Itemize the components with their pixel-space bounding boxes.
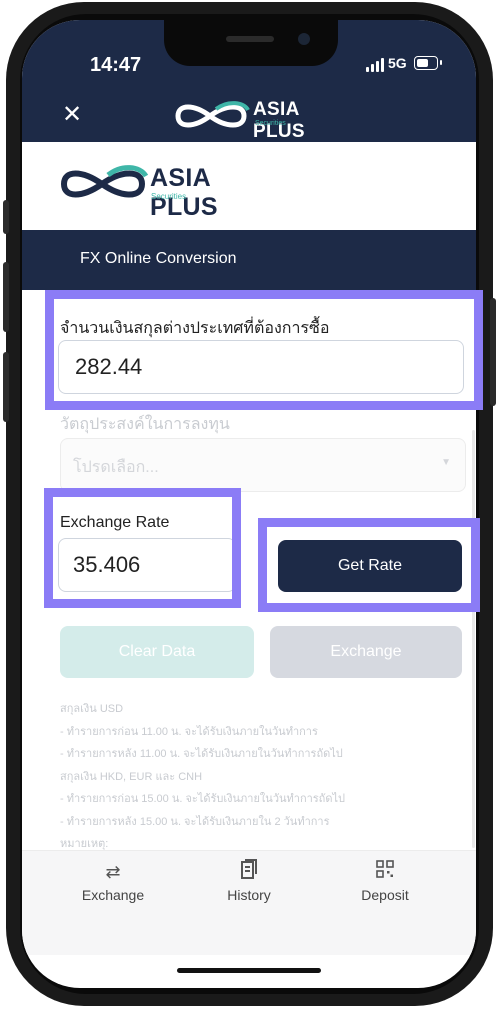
volume-up-button [3, 262, 9, 332]
note-line: - ทำรายการหลัง 11.00 น. จะได้รับเงินภายใ… [60, 748, 343, 760]
phone-screen: 14:47 5G ✕ ASIA PLUS Securities ASIA PLU… [22, 20, 476, 988]
content-brand-sub: Securities [151, 192, 187, 201]
tab-deposit-label: Deposit [361, 887, 409, 903]
app-header: ✕ ASIA PLUS Securities [22, 88, 476, 142]
asia-plus-infinity-icon [175, 101, 250, 128]
status-time: 14:47 [90, 54, 142, 76]
mute-switch [3, 200, 9, 234]
purpose-select[interactable]: โปรดเลือก... ▼ [60, 438, 466, 492]
rate-label: Exchange Rate [60, 514, 170, 531]
amount-value: 282.44 [75, 354, 143, 379]
clear-data-button[interactable]: Clear Data [60, 626, 254, 678]
note-line: - ทำรายการหลัง 15.00 น. จะได้รับเงินภายใ… [60, 815, 330, 828]
get-rate-button[interactable]: Get Rate [278, 540, 462, 592]
earpiece [226, 36, 274, 42]
scrollbar[interactable] [472, 430, 475, 848]
network-type: 5G [388, 55, 407, 71]
chevron-down-icon: ▼ [441, 457, 451, 468]
volume-down-button [3, 352, 9, 422]
fx-banner: FX Online Conversion [22, 230, 476, 290]
notch [164, 20, 338, 66]
qr-code-icon [330, 859, 440, 885]
header-brand-sub: Securities [255, 120, 286, 127]
notes-section: สกุลเงิน USD - ทำรายการก่อน 11.00 น. จะไ… [60, 698, 460, 856]
rate-value: 35.406 [73, 552, 141, 577]
tab-deposit[interactable]: Deposit [330, 859, 440, 903]
exchange-button[interactable]: Exchange [270, 626, 462, 678]
exchange-arrows-icon: ⇄ [105, 862, 121, 882]
note-line: - ทำรายการก่อน 15.00 น. จะได้รับเงินภายใ… [60, 793, 346, 805]
tab-exchange[interactable]: ⇄ Exchange [58, 859, 168, 903]
bottom-tab-bar: ⇄ Exchange History Deposit [22, 850, 476, 955]
signal-icon [366, 56, 384, 72]
battery-icon [414, 56, 438, 70]
note-line: สกุลเงิน HKD, EUR และ CNH [60, 770, 203, 783]
note-line: - ทำรายการก่อน 11.00 น. จะได้รับเงินภายใ… [60, 725, 318, 738]
note-line: สกุลเงิน USD [60, 703, 124, 715]
status-bar: 14:47 5G [22, 20, 476, 88]
power-button [490, 298, 496, 406]
history-document-icon [194, 859, 304, 885]
close-icon[interactable]: ✕ [62, 100, 82, 129]
amount-label: จำนวนเงินสกุลต่างประเทศที่ต้องการซื้อ [60, 320, 330, 337]
rate-input[interactable]: 35.406 [58, 538, 236, 592]
header-logo: ASIA PLUS Securities [172, 96, 352, 142]
amount-input[interactable]: 282.44 [58, 340, 464, 394]
purpose-placeholder: โปรดเลือก... [73, 459, 159, 476]
tab-history-label: History [227, 887, 271, 903]
front-camera [298, 33, 310, 45]
tab-exchange-label: Exchange [81, 887, 145, 903]
content-logo: ASIA PLUS Securities [58, 160, 278, 221]
home-indicator[interactable] [177, 968, 321, 973]
asia-plus-logo-icon [60, 165, 149, 198]
purpose-label: วัตถุประสงค์ในการลงทุน [60, 416, 230, 433]
battery-tip [440, 60, 442, 65]
page-title: FX Online Conversion [80, 250, 237, 267]
tab-history[interactable]: History [194, 859, 304, 903]
